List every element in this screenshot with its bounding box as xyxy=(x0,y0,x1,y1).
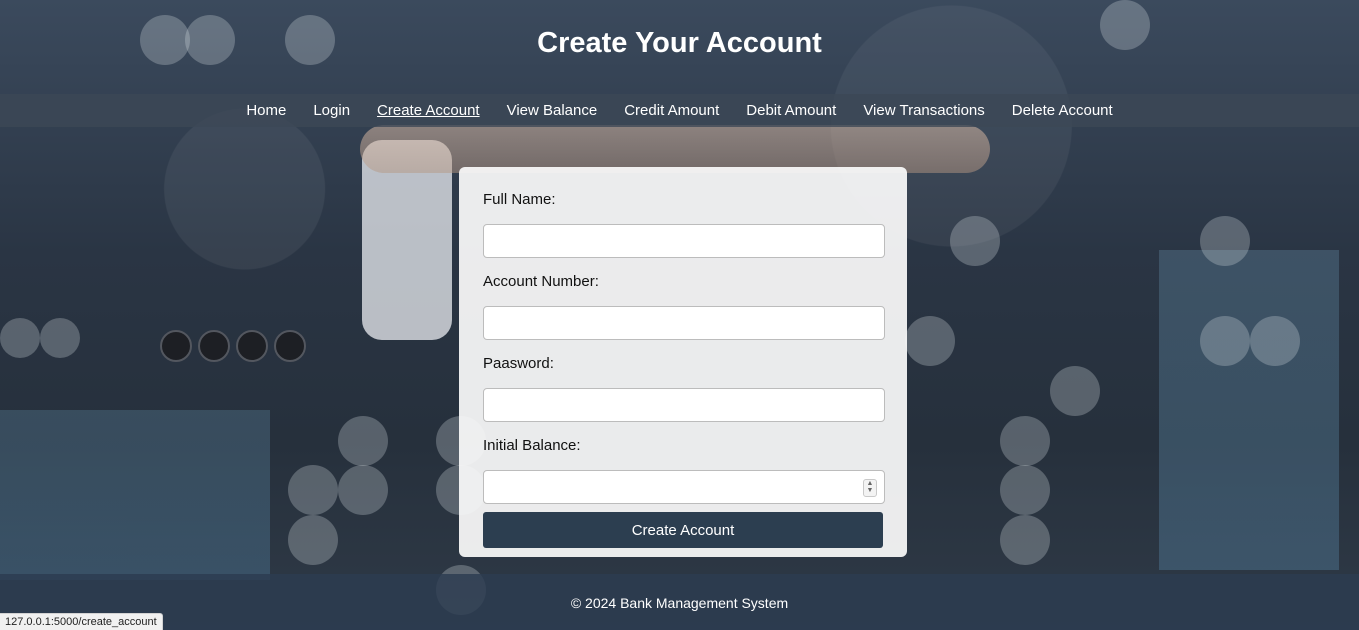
main-nav: Home Login Create Account View Balance C… xyxy=(0,94,1359,127)
account-number-input[interactable] xyxy=(483,306,885,340)
background-hand xyxy=(360,125,990,173)
password-label: Paasword: xyxy=(483,355,554,372)
bokeh-decoration xyxy=(1000,515,1050,565)
background-shirt-cuff xyxy=(362,140,452,340)
nav-link-delete-account[interactable]: Delete Account xyxy=(1012,102,1113,119)
browser-status-url: 127.0.0.1:5000/create_account xyxy=(0,613,163,630)
number-spinner-icon[interactable]: ▲ ▼ xyxy=(863,479,877,497)
bokeh-decoration xyxy=(338,416,388,466)
initial-balance-field: ▲ ▼ xyxy=(483,470,885,504)
nav-link-home[interactable]: Home xyxy=(246,102,286,119)
create-account-button[interactable]: Create Account xyxy=(483,512,883,548)
bokeh-decoration xyxy=(905,316,955,366)
nav-link-create-account[interactable]: Create Account xyxy=(377,102,480,119)
bokeh-decoration xyxy=(288,465,338,515)
bokeh-decoration xyxy=(1200,316,1250,366)
nav-link-view-balance[interactable]: View Balance xyxy=(507,102,598,119)
bokeh-decoration xyxy=(0,318,40,358)
bokeh-decoration xyxy=(1000,465,1050,515)
initial-balance-label: Initial Balance: xyxy=(483,437,581,454)
background-sleeve-buttons xyxy=(160,330,312,367)
page-title: Create Your Account xyxy=(537,27,822,59)
bokeh-decoration xyxy=(40,318,80,358)
background-digital-panel-right xyxy=(1159,250,1339,570)
bokeh-decoration xyxy=(288,515,338,565)
password-input[interactable] xyxy=(483,388,885,422)
bokeh-decoration xyxy=(338,465,388,515)
bokeh-decoration xyxy=(950,216,1000,266)
full-name-label: Full Name: xyxy=(483,191,556,208)
full-name-input[interactable] xyxy=(483,224,885,258)
background-digital-panel-left xyxy=(0,410,270,580)
page-footer: © 2024 Bank Management System xyxy=(0,574,1359,630)
nav-link-debit-amount[interactable]: Debit Amount xyxy=(746,102,836,119)
account-number-label: Account Number: xyxy=(483,273,599,290)
footer-copyright: © 2024 Bank Management System xyxy=(570,595,789,611)
nav-link-view-transactions[interactable]: View Transactions xyxy=(863,102,984,119)
initial-balance-input[interactable] xyxy=(483,470,885,504)
page-header: Create Your Account xyxy=(0,0,1359,94)
bokeh-decoration xyxy=(1200,216,1250,266)
bokeh-decoration xyxy=(1250,316,1300,366)
bokeh-decoration xyxy=(1050,366,1100,416)
nav-link-credit-amount[interactable]: Credit Amount xyxy=(624,102,719,119)
bokeh-decoration xyxy=(1000,416,1050,466)
nav-link-login[interactable]: Login xyxy=(313,102,350,119)
create-account-form: Full Name: Account Number: Paasword: Ini… xyxy=(459,167,907,557)
